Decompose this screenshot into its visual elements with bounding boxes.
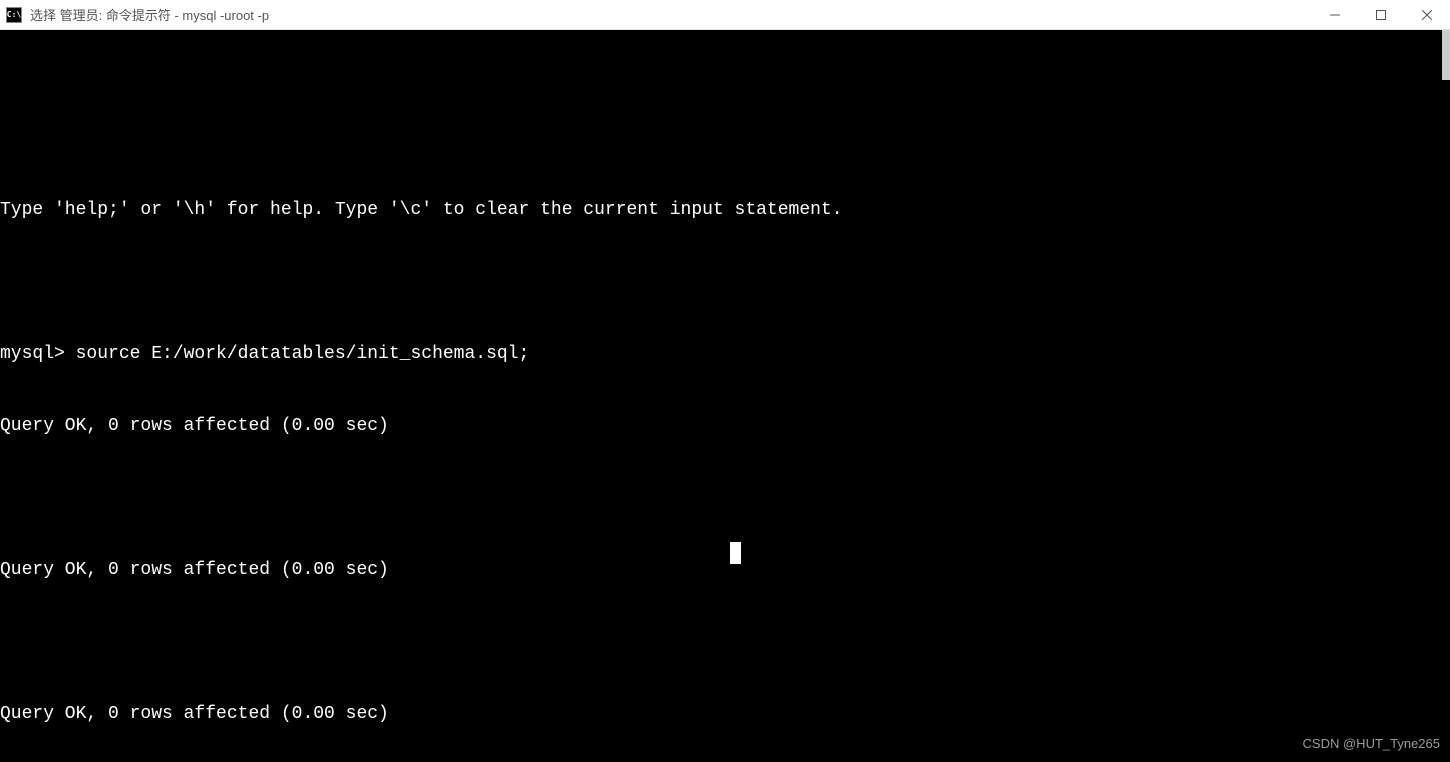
terminal-line bbox=[0, 270, 1450, 294]
window-titlebar[interactable]: C:\ 选择 管理员: 命令提示符 - mysql -uroot -p bbox=[0, 0, 1450, 30]
terminal-line: Query OK, 0 rows affected (0.00 sec) bbox=[0, 558, 1450, 582]
minimize-button[interactable] bbox=[1312, 0, 1358, 29]
terminal-line bbox=[0, 126, 1450, 150]
close-icon bbox=[1422, 10, 1432, 20]
window-title: 选择 管理员: 命令提示符 - mysql -uroot -p bbox=[30, 5, 1312, 24]
maximize-button[interactable] bbox=[1358, 0, 1404, 29]
terminal-line bbox=[0, 630, 1450, 654]
terminal-content: Type 'help;' or '\h' for help. Type '\c'… bbox=[0, 78, 1450, 762]
terminal-line: Query OK, 0 rows affected (0.00 sec) bbox=[0, 702, 1450, 726]
window-controls bbox=[1312, 0, 1450, 29]
terminal-cursor bbox=[730, 542, 741, 564]
minimize-icon bbox=[1330, 10, 1340, 20]
terminal-line bbox=[0, 486, 1450, 510]
close-button[interactable] bbox=[1404, 0, 1450, 29]
scrollbar-thumb[interactable] bbox=[1442, 30, 1450, 80]
terminal-line: Query OK, 0 rows affected (0.00 sec) bbox=[0, 414, 1450, 438]
watermark: CSDN @HUT_Tyne265 bbox=[1303, 732, 1440, 756]
terminal-line: mysql> source E:/work/datatables/init_sc… bbox=[0, 342, 1450, 366]
terminal-area[interactable]: Type 'help;' or '\h' for help. Type '\c'… bbox=[0, 30, 1450, 762]
cmd-icon: C:\ bbox=[6, 7, 22, 23]
maximize-icon bbox=[1376, 10, 1386, 20]
terminal-line: Type 'help;' or '\h' for help. Type '\c'… bbox=[0, 198, 1450, 222]
